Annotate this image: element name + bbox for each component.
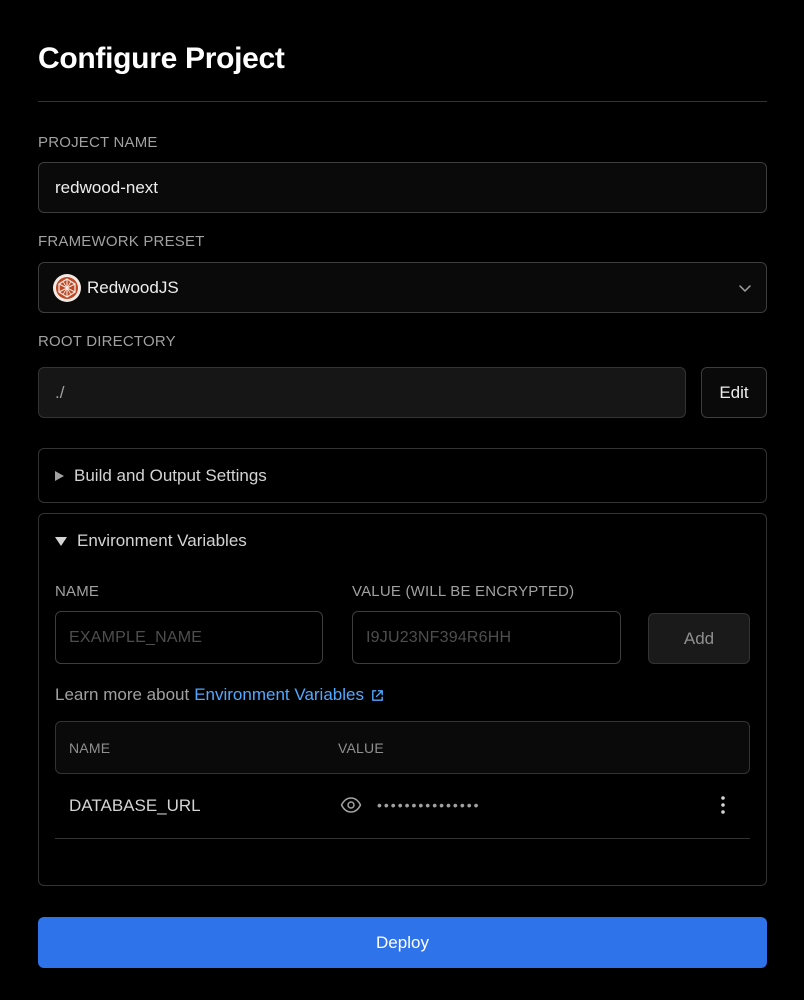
env-value-placeholder: I9JU23NF394R6HH <box>366 628 512 646</box>
add-env-variable-button[interactable]: Add <box>648 613 750 664</box>
root-directory-label: ROOT DIRECTORY <box>38 333 176 350</box>
root-directory-input[interactable]: ./ <box>38 367 686 418</box>
env-row-masked-value: ••••••••••••••• <box>377 797 481 813</box>
eye-icon[interactable] <box>340 796 362 814</box>
project-name-input[interactable]: redwood-next <box>38 162 767 213</box>
environment-variables-link-label: Environment Variables <box>194 685 364 704</box>
edit-root-directory-button[interactable]: Edit <box>701 367 767 418</box>
env-table-column-value: VALUE <box>338 740 384 756</box>
env-value-input[interactable]: I9JU23NF394R6HH <box>352 611 621 664</box>
env-row-name: DATABASE_URL <box>69 796 201 815</box>
env-name-input[interactable]: EXAMPLE_NAME <box>55 611 323 664</box>
env-row-divider <box>55 838 750 839</box>
redwoodjs-logo-icon <box>53 273 81 302</box>
page-title: Configure Project <box>38 42 285 75</box>
env-table-column-name: NAME <box>69 740 111 756</box>
env-value-label: VALUE (WILL BE ENCRYPTED) <box>352 583 575 600</box>
title-divider <box>38 101 767 102</box>
environment-variables-label: Environment Variables <box>77 531 247 550</box>
environment-variables-toggle[interactable]: Environment Variables <box>55 531 247 551</box>
build-output-settings-toggle[interactable]: Build and Output Settings <box>55 466 267 486</box>
external-link-icon <box>370 688 385 703</box>
project-name-value: redwood-next <box>55 177 159 197</box>
learn-more-prefix: Learn more about <box>55 685 190 704</box>
project-name-label: PROJECT NAME <box>38 134 158 151</box>
build-output-settings-panel[interactable]: Build and Output Settings <box>38 448 767 503</box>
caret-down-icon <box>55 536 67 546</box>
root-directory-value: ./ <box>55 382 65 402</box>
build-output-settings-label: Build and Output Settings <box>74 466 267 485</box>
environment-variables-panel: Environment Variables NAME VALUE (WILL B… <box>38 513 767 886</box>
learn-more-text: Learn more about Environment Variables <box>55 685 385 705</box>
env-name-placeholder: EXAMPLE_NAME <box>69 628 203 646</box>
env-table-header: NAME VALUE <box>55 721 750 774</box>
environment-variables-link[interactable]: Environment Variables <box>194 685 385 705</box>
framework-preset-label: FRAMEWORK PRESET <box>38 233 205 250</box>
deploy-button[interactable]: Deploy <box>38 917 767 968</box>
caret-right-icon <box>55 471 64 481</box>
framework-preset-select[interactable]: RedwoodJS <box>38 262 767 313</box>
framework-selected-value: RedwoodJS <box>87 277 179 297</box>
chevron-down-icon <box>738 281 752 295</box>
more-options-icon[interactable] <box>719 795 727 815</box>
env-name-label: NAME <box>55 583 100 600</box>
